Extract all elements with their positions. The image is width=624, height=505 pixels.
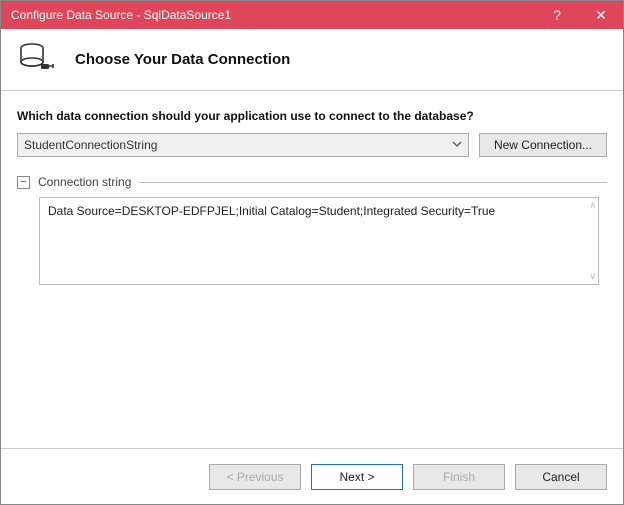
wizard-footer: < Previous Next > Finish Cancel [1,448,623,504]
titlebar-text: Configure Data Source - SqlDataSource1 [11,8,535,22]
connection-dropdown[interactable]: StudentConnectionString [17,133,469,157]
connection-string-value: Data Source=DESKTOP-EDFPJEL;Initial Cata… [48,204,495,218]
cancel-label: Cancel [542,470,579,484]
wizard-header: Choose Your Data Connection [1,29,623,91]
titlebar: Configure Data Source - SqlDataSource1 ?… [1,1,623,29]
help-icon: ? [553,7,561,23]
prompt-label: Which data connection should your applic… [17,109,607,123]
scroll-up-icon: ∧ [589,200,596,211]
finish-label: Finish [443,470,475,484]
new-connection-label: New Connection... [494,138,592,152]
help-button[interactable]: ? [535,1,579,29]
close-button[interactable]: ✕ [579,1,623,29]
previous-button: < Previous [209,464,301,490]
new-connection-button[interactable]: New Connection... [479,133,607,157]
chevron-down-icon [452,138,462,152]
minus-icon: − [20,177,26,188]
next-label: Next > [339,470,374,484]
collapse-toggle[interactable]: − [17,176,30,189]
group-legend-row: − Connection string [17,175,607,189]
connection-string-textbox[interactable]: Data Source=DESKTOP-EDFPJEL;Initial Cata… [39,197,599,285]
page-title: Choose Your Data Connection [75,51,290,68]
connection-string-group: − Connection string Data Source=DESKTOP-… [17,175,607,285]
dropdown-value: StudentConnectionString [24,138,157,152]
connection-row: StudentConnectionString New Connection..… [17,133,607,157]
wizard-window: Configure Data Source - SqlDataSource1 ?… [0,0,624,505]
cancel-button[interactable]: Cancel [515,464,607,490]
previous-label: < Previous [226,470,283,484]
wizard-content: Which data connection should your applic… [1,91,623,285]
datasource-icon [17,40,57,80]
scroll-down-icon: ∨ [589,271,596,282]
group-legend-label: Connection string [38,175,131,189]
finish-button: Finish [413,464,505,490]
close-icon: ✕ [595,7,607,24]
group-divider [139,182,607,183]
next-button[interactable]: Next > [311,464,403,490]
